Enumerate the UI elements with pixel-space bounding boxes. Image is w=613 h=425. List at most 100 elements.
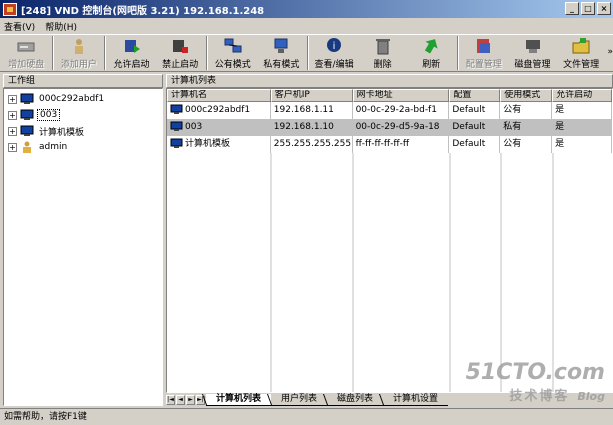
view-edit-button[interactable]: i 查看/编辑 [310,35,359,71]
cell-mac-address: 00-0c-29-d5-9a-18 [353,119,450,136]
add-disk-icon [17,42,35,52]
add-user-button[interactable]: 添加用户 [55,35,104,71]
computer-icon [170,104,183,114]
column-client-ip[interactable]: 客户机IP [270,89,353,102]
delete-icon [375,39,390,55]
cell-use-mode: 公有 [500,136,553,153]
maximize-button[interactable]: □ [581,2,595,15]
toolbar-overflow-button[interactable]: » [606,35,613,57]
cell-config: Default [449,136,501,153]
minimize-button[interactable]: _ [565,2,579,15]
add-user-icon [74,39,83,54]
cell-config: Default [449,102,501,119]
cell-allow-boot: 是 [552,136,612,153]
tab-next-button[interactable]: ► [186,395,195,405]
allow-boot-icon [124,40,140,53]
expand-toggle[interactable]: + [8,94,17,104]
disable-boot-icon [173,40,189,53]
computer-icon [20,93,34,104]
disk-manage-button[interactable]: 磁盘管理 [508,35,557,71]
config-icon [476,39,490,53]
table-row[interactable]: 003 192.168.1.10 00-0c-29-d5-9a-18 Defau… [167,119,612,136]
tab-computer-settings[interactable]: 计算机设置 [383,394,449,406]
cell-mac-address: ff-ff-ff-ff-ff-ff [353,136,450,153]
refresh-button[interactable]: 刷新 [407,35,456,71]
column-config[interactable]: 配置 [449,89,501,102]
cell-computer-name: 000c292abdf1 [167,102,271,119]
user-icon [23,141,31,153]
refresh-icon [425,39,438,54]
toolbar-separator [104,36,107,70]
computer-icon [20,125,34,136]
tree-item-admin[interactable]: + admin [4,139,162,155]
workgroup-panel: 工作组 + 000c292abdf1 + 003 + 计算机模板 + admin [3,74,163,406]
menu-view[interactable]: 查看(V) [4,20,35,33]
toolbar-separator [205,36,208,70]
delete-button[interactable]: 删除 [358,35,407,71]
computer-list: 计算机名 客户机IP 网卡地址 配置 使用模式 允许启动 000c292abdf… [166,88,613,393]
tab-disk-list[interactable]: 磁盘列表 [327,394,384,406]
cell-config: Default [449,119,501,136]
column-mac-address[interactable]: 网卡地址 [352,89,450,102]
tree-item-000c292abdf1[interactable]: + 000c292abdf1 [4,91,162,107]
cell-computer-name: 计算机模板 [167,136,271,153]
computer-icon [20,109,34,120]
column-use-mode[interactable]: 使用模式 [500,89,553,102]
tab-prev-button[interactable]: ◄ [176,395,185,405]
menu-help[interactable]: 帮助(H) [45,20,77,33]
add-disk-button[interactable]: 增加硬盘 [2,35,51,71]
computer-list-header: 计算机列表 [166,74,613,88]
tree-item-computer-template[interactable]: + 计算机模板 [4,123,162,139]
tab-user-list[interactable]: 用户列表 [271,394,328,406]
title-bar: [248] VND 控制台(网吧版 3.21) 192.168.1.248 _ … [0,0,613,18]
tab-computer-list[interactable]: 计算机列表 [206,394,272,406]
expand-toggle[interactable]: + [8,126,17,136]
disable-boot-button[interactable]: 禁止启动 [156,35,205,71]
table-row[interactable]: 000c292abdf1 192.168.1.11 00-0c-29-2a-bd… [167,102,612,119]
watermark-logo: 51CTO.com [465,360,605,385]
config-manage-button[interactable]: 配置管理 [460,35,509,71]
tree-item-003[interactable]: + 003 [4,107,162,123]
cell-client-ip: 192.168.1.10 [271,119,353,136]
public-mode-button[interactable]: 公有模式 [209,35,258,71]
status-bar: 如需帮助，请按F1键 [0,408,613,425]
column-computer-name[interactable]: 计算机名 [167,89,271,102]
list-header-row: 计算机名 客户机IP 网卡地址 配置 使用模式 允许启动 [167,89,612,102]
toolbar-separator [456,36,459,70]
svg-text:i: i [333,41,336,52]
toolbar-separator [306,36,309,70]
computer-list-panel: 计算机列表 计算机名 客户机IP 网卡地址 配置 使用模式 允许启动 000c2… [166,74,613,406]
cell-allow-boot: 是 [552,119,612,136]
workgroup-tree: + 000c292abdf1 + 003 + 计算机模板 + admin [3,88,163,406]
window-title: [248] VND 控制台(网吧版 3.21) 192.168.1.248 [21,5,265,17]
private-mode-button[interactable]: 私有模式 [257,35,306,71]
cell-mac-address: 00-0c-29-2a-bd-f1 [353,102,450,119]
private-mode-icon [274,38,288,53]
column-allow-boot[interactable]: 允许启动 [552,89,612,102]
menu-bar: 查看(V) 帮助(H) [0,18,613,34]
cell-use-mode: 公有 [500,102,553,119]
watermark: 51CTO.com 技术博客 Blog [466,360,605,404]
close-button[interactable]: × [597,2,611,15]
computer-icon [170,121,183,131]
disk-manage-icon [525,40,540,53]
view-edit-icon: i [327,38,342,52]
computer-icon [170,138,183,148]
file-manage-button[interactable]: 文件管理 [557,35,606,71]
table-row[interactable]: 计算机模板 255.255.255.255 ff-ff-ff-ff-ff-ff … [167,136,612,153]
file-manage-icon [572,38,590,54]
cell-client-ip: 255.255.255.255 [271,136,353,153]
workgroup-header: 工作组 [3,74,163,88]
window-controls: _ □ × [565,2,611,15]
cell-use-mode: 私有 [500,119,553,136]
cell-client-ip: 192.168.1.11 [271,102,353,119]
cell-computer-name: 003 [167,119,271,136]
expand-toggle[interactable]: + [8,110,17,120]
expand-toggle[interactable]: + [8,142,17,152]
public-mode-icon [224,38,242,53]
tab-first-button[interactable]: |◄ [166,395,175,405]
watermark-blog: Blog [577,390,605,403]
toolbar: 增加硬盘 添加用户 允许启动 禁止启动 公有模式 私有模式 i 查看/编辑 删除… [0,34,613,72]
toolbar-separator [51,36,54,70]
allow-boot-button[interactable]: 允许启动 [107,35,156,71]
